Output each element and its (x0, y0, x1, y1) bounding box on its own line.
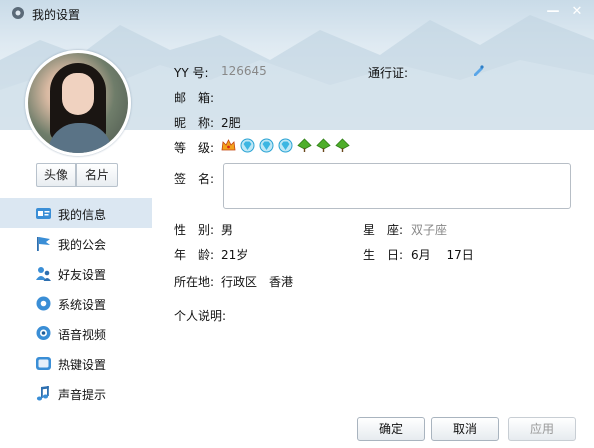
location-label: 所在地: (174, 275, 215, 289)
bio-label: 个人说明: (174, 309, 227, 323)
sidebar-item-label: 声音提示 (58, 388, 107, 402)
gender-label: 性 别: (174, 223, 215, 237)
sidebar-item-label: 语音视频 (58, 328, 107, 342)
sidebar-item-friend-settings[interactable]: 好友设置 (0, 258, 152, 288)
leaf-icon (297, 138, 312, 152)
passport-label: 通行证: (368, 66, 409, 80)
diamond-icon (259, 138, 274, 153)
sidebar-item-sound-alerts[interactable]: 声音提示 (0, 378, 152, 408)
apply-button[interactable]: 应用 (508, 417, 576, 441)
age-value: 21岁 (221, 248, 249, 262)
sidebar: 头像 名片 我的信息 我的公会 好友设置 系统设置 语音视频 热键设置 声音提示 (0, 0, 152, 448)
avatar-tab-button[interactable]: 头像 (36, 163, 76, 187)
card-tab-button[interactable]: 名片 (76, 163, 118, 187)
sidebar-item-system-settings[interactable]: 系统设置 (0, 288, 152, 318)
cancel-button[interactable]: 取消 (431, 417, 499, 441)
leaf-icon (316, 138, 331, 152)
level-label: 等 级: (174, 141, 215, 155)
zodiac-value: 双子座 (411, 223, 448, 237)
nickname-label: 昵 称: (174, 116, 215, 130)
sidebar-item-label: 好友设置 (58, 268, 107, 282)
ok-button[interactable]: 确定 (357, 417, 425, 441)
id-card-icon (36, 208, 51, 219)
leaf-icon (335, 138, 350, 152)
flag-icon (37, 237, 50, 251)
sidebar-item-my-info[interactable]: 我的信息 (0, 198, 152, 228)
sidebar-item-label: 热键设置 (58, 358, 107, 372)
gender-value: 男 (221, 223, 234, 237)
sidebar-item-hotkey-settings[interactable]: 热键设置 (0, 348, 152, 378)
sidebar-item-my-guild[interactable]: 我的公会 (0, 228, 152, 258)
sidebar-item-label: 系统设置 (58, 298, 107, 312)
age-label: 年 龄: (174, 248, 215, 262)
diamond-icon (278, 138, 293, 153)
sidebar-item-label: 我的信息 (58, 208, 107, 222)
friends-icon (36, 267, 51, 281)
signature-input[interactable] (223, 163, 571, 209)
zodiac-label: 星 座: (363, 223, 404, 237)
crown-icon (221, 139, 236, 151)
sidebar-item-voice-video[interactable]: 语音视频 (0, 318, 152, 348)
birthday-value: 6月 17日 (411, 248, 474, 262)
webcam-icon (36, 326, 51, 340)
close-button[interactable]: ✕ (568, 4, 586, 20)
birthday-label: 生 日: (363, 248, 404, 262)
diamond-icon (240, 138, 255, 153)
music-note-icon (36, 386, 49, 401)
avatar[interactable] (25, 50, 131, 156)
sidebar-nav: 我的信息 我的公会 好友设置 系统设置 语音视频 热键设置 声音提示 (0, 198, 152, 408)
minimize-button[interactable]: — (544, 4, 562, 20)
sidebar-item-label: 我的公会 (58, 238, 107, 252)
yy-number-label: YY 号: (174, 66, 209, 80)
yy-number-value: 126645 (221, 64, 267, 78)
keyboard-icon (36, 357, 51, 370)
nickname-value: 2肥 (221, 116, 241, 130)
email-label: 邮 箱: (174, 91, 215, 105)
edit-icon[interactable] (472, 64, 485, 77)
location-value: 行政区 香港 (221, 275, 294, 289)
gear-icon (36, 296, 51, 311)
signature-label: 签 名: (174, 172, 215, 186)
